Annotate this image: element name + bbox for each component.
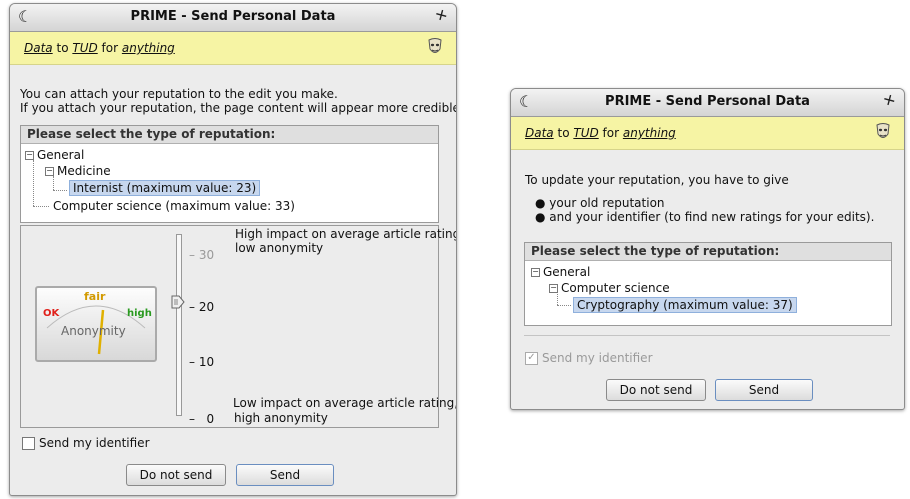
- window-titlebar[interactable]: ☾ PRIME - Send Personal Data ✕: [10, 4, 456, 32]
- slider-tick-20: – 20: [189, 300, 215, 314]
- reputation-slider-area: OK fair high Anonymity – 30 – 20 – 10 – …: [20, 225, 456, 428]
- collapse-icon[interactable]: −: [25, 151, 34, 160]
- purpose-text: Data to TUD for anything: [525, 126, 676, 140]
- reputation-type-panel: Please select the type of reputation: − G…: [524, 242, 892, 326]
- mask-icon: [876, 123, 890, 138]
- collapse-icon[interactable]: −: [549, 284, 558, 293]
- slider-track[interactable]: [176, 234, 182, 416]
- send-identifier-checkbox[interactable]: ✓ Send my identifier: [525, 351, 653, 365]
- reputation-type-panel: Please select the type of reputation: − G…: [20, 125, 439, 223]
- tree-item-internist[interactable]: Internist (maximum value: 23): [69, 180, 261, 196]
- slider-tick-0: – 0: [189, 412, 215, 426]
- tree-item-computer-science[interactable]: Computer science (maximum value: 33): [53, 199, 295, 213]
- purpose-banner: Data to TUD for anything: [10, 32, 456, 65]
- intro-line-2: If you attach your reputation, the page …: [20, 101, 457, 115]
- recipient-link[interactable]: TUD: [573, 126, 598, 140]
- high-impact-label-2: low anonymity: [235, 241, 324, 255]
- checkbox-box[interactable]: ✓: [525, 351, 538, 365]
- gauge-ok-label: OK: [43, 308, 60, 319]
- slider-tick-10: – 10: [189, 355, 215, 369]
- send-identifier-checkbox[interactable]: Send my identifier: [22, 436, 150, 450]
- anonymity-gauge: OK fair high Anonymity: [35, 286, 157, 362]
- mask-icon: [428, 38, 442, 53]
- window-title: PRIME - Send Personal Data: [130, 9, 336, 24]
- data-link[interactable]: Data: [24, 41, 53, 55]
- low-impact-label-2: high anonymity: [234, 411, 328, 425]
- send-button[interactable]: Send: [715, 379, 813, 401]
- data-link[interactable]: Data: [525, 126, 554, 140]
- slider-tick-30: – 30: [189, 248, 215, 262]
- slider-thumb[interactable]: [171, 295, 185, 309]
- send-data-window-reputation-slider: ☾ PRIME - Send Personal Data ✕ Data to T…: [9, 3, 457, 496]
- window-title: PRIME - Send Personal Data: [605, 94, 810, 109]
- tree-item-cryptography[interactable]: Cryptography (maximum value: 37): [573, 297, 797, 313]
- tree-item-general[interactable]: − General: [25, 148, 84, 162]
- high-impact-label-1: High impact on average article rating,: [235, 227, 457, 241]
- tree-item-medicine[interactable]: − Medicine: [45, 164, 111, 178]
- low-impact-label-1: Low impact on average article rating,: [233, 396, 457, 410]
- send-button[interactable]: Send: [236, 464, 334, 486]
- purpose-text: Data to TUD for anything: [24, 41, 175, 55]
- collapse-icon[interactable]: −: [531, 268, 540, 277]
- selected-reputation[interactable]: Internist (maximum value: 23): [69, 180, 261, 196]
- window-titlebar[interactable]: ☾ PRIME - Send Personal Data ✕: [511, 89, 904, 117]
- selected-reputation[interactable]: Cryptography (maximum value: 37): [573, 297, 797, 313]
- checkbox-box[interactable]: [22, 436, 35, 450]
- intro-text: To update your reputation, you have to g…: [525, 173, 789, 187]
- tree-item-computer-science[interactable]: − Computer science: [549, 281, 670, 295]
- purpose-link[interactable]: anything: [623, 126, 676, 140]
- bullet-identifier: ● and your identifier (to find new ratin…: [535, 210, 875, 224]
- recipient-link[interactable]: TUD: [72, 41, 97, 55]
- gauge-anonymity-label: Anonymity: [61, 324, 126, 338]
- do-not-send-button[interactable]: Do not send: [126, 464, 226, 486]
- purpose-link[interactable]: anything: [122, 41, 175, 55]
- gauge-fair-label: fair: [84, 290, 106, 303]
- panel-header: Please select the type of reputation:: [21, 126, 438, 144]
- intro-line-1: You can attach your reputation to the ed…: [20, 87, 338, 101]
- bullet-old-reputation: ● your old reputation: [535, 196, 665, 210]
- collapse-icon[interactable]: −: [45, 167, 54, 176]
- do-not-send-button[interactable]: Do not send: [606, 379, 706, 401]
- tree-item-general[interactable]: − General: [531, 265, 590, 279]
- send-data-window-update-reputation: ☾ PRIME - Send Personal Data ✕ Data to T…: [510, 88, 905, 410]
- purpose-banner: Data to TUD for anything: [511, 117, 904, 150]
- panel-header: Please select the type of reputation:: [525, 243, 891, 261]
- gauge-high-label: high: [127, 308, 152, 319]
